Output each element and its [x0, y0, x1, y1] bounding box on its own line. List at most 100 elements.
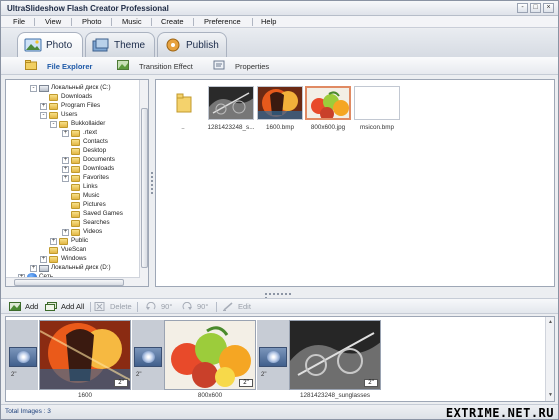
transition-icon [142, 351, 155, 363]
storyboard-slide[interactable]: 2" [39, 320, 131, 390]
tree-node-label: Локальный диск (C:) [51, 84, 111, 91]
edit-button[interactable]: Edit [222, 301, 252, 313]
folder-icon [49, 112, 58, 119]
transition-button[interactable]: 2" [9, 347, 37, 378]
tree-node-label: Bukkollaider [71, 120, 106, 127]
folder-icon [71, 220, 80, 227]
subtab-label: Properties [235, 62, 270, 71]
collapse-icon[interactable]: - [40, 112, 47, 119]
storyboard-slide[interactable]: 2" [164, 320, 256, 390]
tree-node-label: Desktop [83, 147, 107, 154]
expand-icon[interactable]: + [62, 229, 69, 236]
publish-icon [164, 38, 182, 52]
subtab-label: Transition Effect [139, 62, 193, 71]
sub-tab-bar: File Explorer Transition Effect Properti… [1, 57, 558, 75]
add-photo-icon [9, 302, 21, 311]
menu-photo[interactable]: Photo [82, 17, 102, 26]
watermark: EXTRIME.NET.RU [445, 406, 554, 420]
tab-label: Theme [114, 40, 146, 51]
add-label: Add [25, 302, 39, 311]
add-all-button[interactable]: Add All [45, 301, 89, 313]
add-button[interactable]: Add [9, 301, 41, 313]
folder-icon [71, 148, 80, 155]
scroll-up-icon[interactable]: ▲ [547, 319, 554, 326]
folder-icon [59, 121, 68, 128]
folder-icon [71, 130, 80, 137]
delete-button[interactable]: Delete [94, 301, 134, 313]
tree-node-label: Downloads [61, 93, 93, 100]
folder-icon [71, 211, 80, 218]
menu-file[interactable]: File [13, 17, 25, 26]
folder-icon [71, 202, 80, 209]
maximize-button[interactable]: □ [530, 3, 541, 13]
collapse-icon[interactable]: - [50, 121, 57, 128]
expand-icon[interactable]: + [62, 166, 69, 173]
menu-bar: File View Photo Music Create Preference … [1, 16, 558, 28]
menu-create[interactable]: Create [161, 17, 184, 26]
scroll-thumb[interactable] [14, 279, 124, 286]
add-all-icon [45, 302, 57, 311]
expand-icon[interactable]: + [50, 238, 57, 245]
slide-caption: 800x600 [197, 392, 223, 399]
rotate-right-label: 90° [197, 302, 209, 311]
subtab-properties[interactable]: Properties [213, 60, 273, 73]
tree-node-label: VueScan [61, 246, 87, 253]
transition-duration: 2" [136, 372, 142, 378]
tree-node-label: Contacts [83, 138, 108, 145]
tab-theme[interactable]: Theme [85, 32, 155, 57]
minimize-button[interactable]: - [517, 3, 528, 13]
tree-node-label: Videos [83, 228, 103, 235]
tree-node-label: Links [83, 183, 98, 190]
toolbar-separator [90, 302, 91, 312]
total-images-status: Total Images : 3 [5, 408, 51, 415]
tree-node-label: Downloads [83, 165, 115, 172]
folder-tree-panel: - Локальный диск (C:) Downloads + Progra… [5, 79, 149, 287]
scroll-down-icon[interactable]: ▼ [547, 392, 554, 399]
expand-icon[interactable]: + [62, 130, 69, 137]
rotate-right-button[interactable]: 90° [181, 301, 215, 313]
toolbar-separator [137, 302, 138, 312]
scroll-thumb[interactable] [141, 108, 148, 268]
expand-icon[interactable]: + [62, 175, 69, 182]
storyboard-scrollbar[interactable]: ▲ ▼ [545, 317, 554, 401]
delete-icon [94, 302, 106, 311]
subtab-transition-effect[interactable]: Transition Effect [117, 60, 197, 73]
expand-icon[interactable]: + [30, 265, 37, 272]
tree-vertical-scrollbar[interactable] [139, 80, 148, 286]
expand-icon[interactable]: + [40, 103, 47, 110]
transition-button[interactable]: 2" [259, 347, 287, 378]
subtab-file-explorer[interactable]: File Explorer [25, 60, 95, 73]
expand-icon[interactable]: + [62, 157, 69, 164]
transition-button[interactable]: 2" [134, 347, 162, 378]
photo-thumbnail [305, 86, 351, 120]
horizontal-splitter[interactable] [264, 292, 294, 299]
folder-icon [71, 166, 80, 173]
transition-icon [267, 351, 280, 363]
tab-photo[interactable]: Photo [17, 32, 83, 58]
transition-duration: 2" [11, 372, 17, 378]
tab-publish[interactable]: Publish [157, 32, 227, 57]
photo-toolbar: Add Add All Delete 90° 90° Edit [1, 298, 558, 314]
drive-icon [39, 265, 49, 272]
add-all-label: Add All [61, 302, 85, 311]
vertical-splitter[interactable] [150, 171, 154, 194]
menu-preference[interactable]: Preference [204, 17, 241, 26]
tree-horizontal-scrollbar[interactable] [6, 277, 140, 286]
main-tab-strip: Photo Theme Publish [1, 29, 558, 58]
window-title: UltraSlideshow Flash Creator Professiona… [7, 4, 169, 13]
tree-node-label: Локальный диск (D:) [51, 264, 111, 271]
menu-help[interactable]: Help [261, 17, 276, 26]
storyboard-slide[interactable]: 2" [289, 320, 381, 390]
slide-duration: 2" [239, 379, 253, 387]
menu-separator [111, 18, 112, 26]
menu-music[interactable]: Music [122, 17, 142, 26]
menu-view[interactable]: View [45, 17, 61, 26]
toolbar-separator [216, 302, 217, 312]
collapse-icon[interactable]: - [30, 85, 37, 92]
blank-thumbnail [354, 86, 400, 120]
photo-thumbnail [208, 86, 254, 120]
close-button[interactable]: × [543, 3, 554, 13]
expand-icon[interactable]: + [40, 256, 47, 263]
rotate-left-button[interactable]: 90° [145, 301, 179, 313]
tree-node-label: Windows [61, 255, 87, 262]
